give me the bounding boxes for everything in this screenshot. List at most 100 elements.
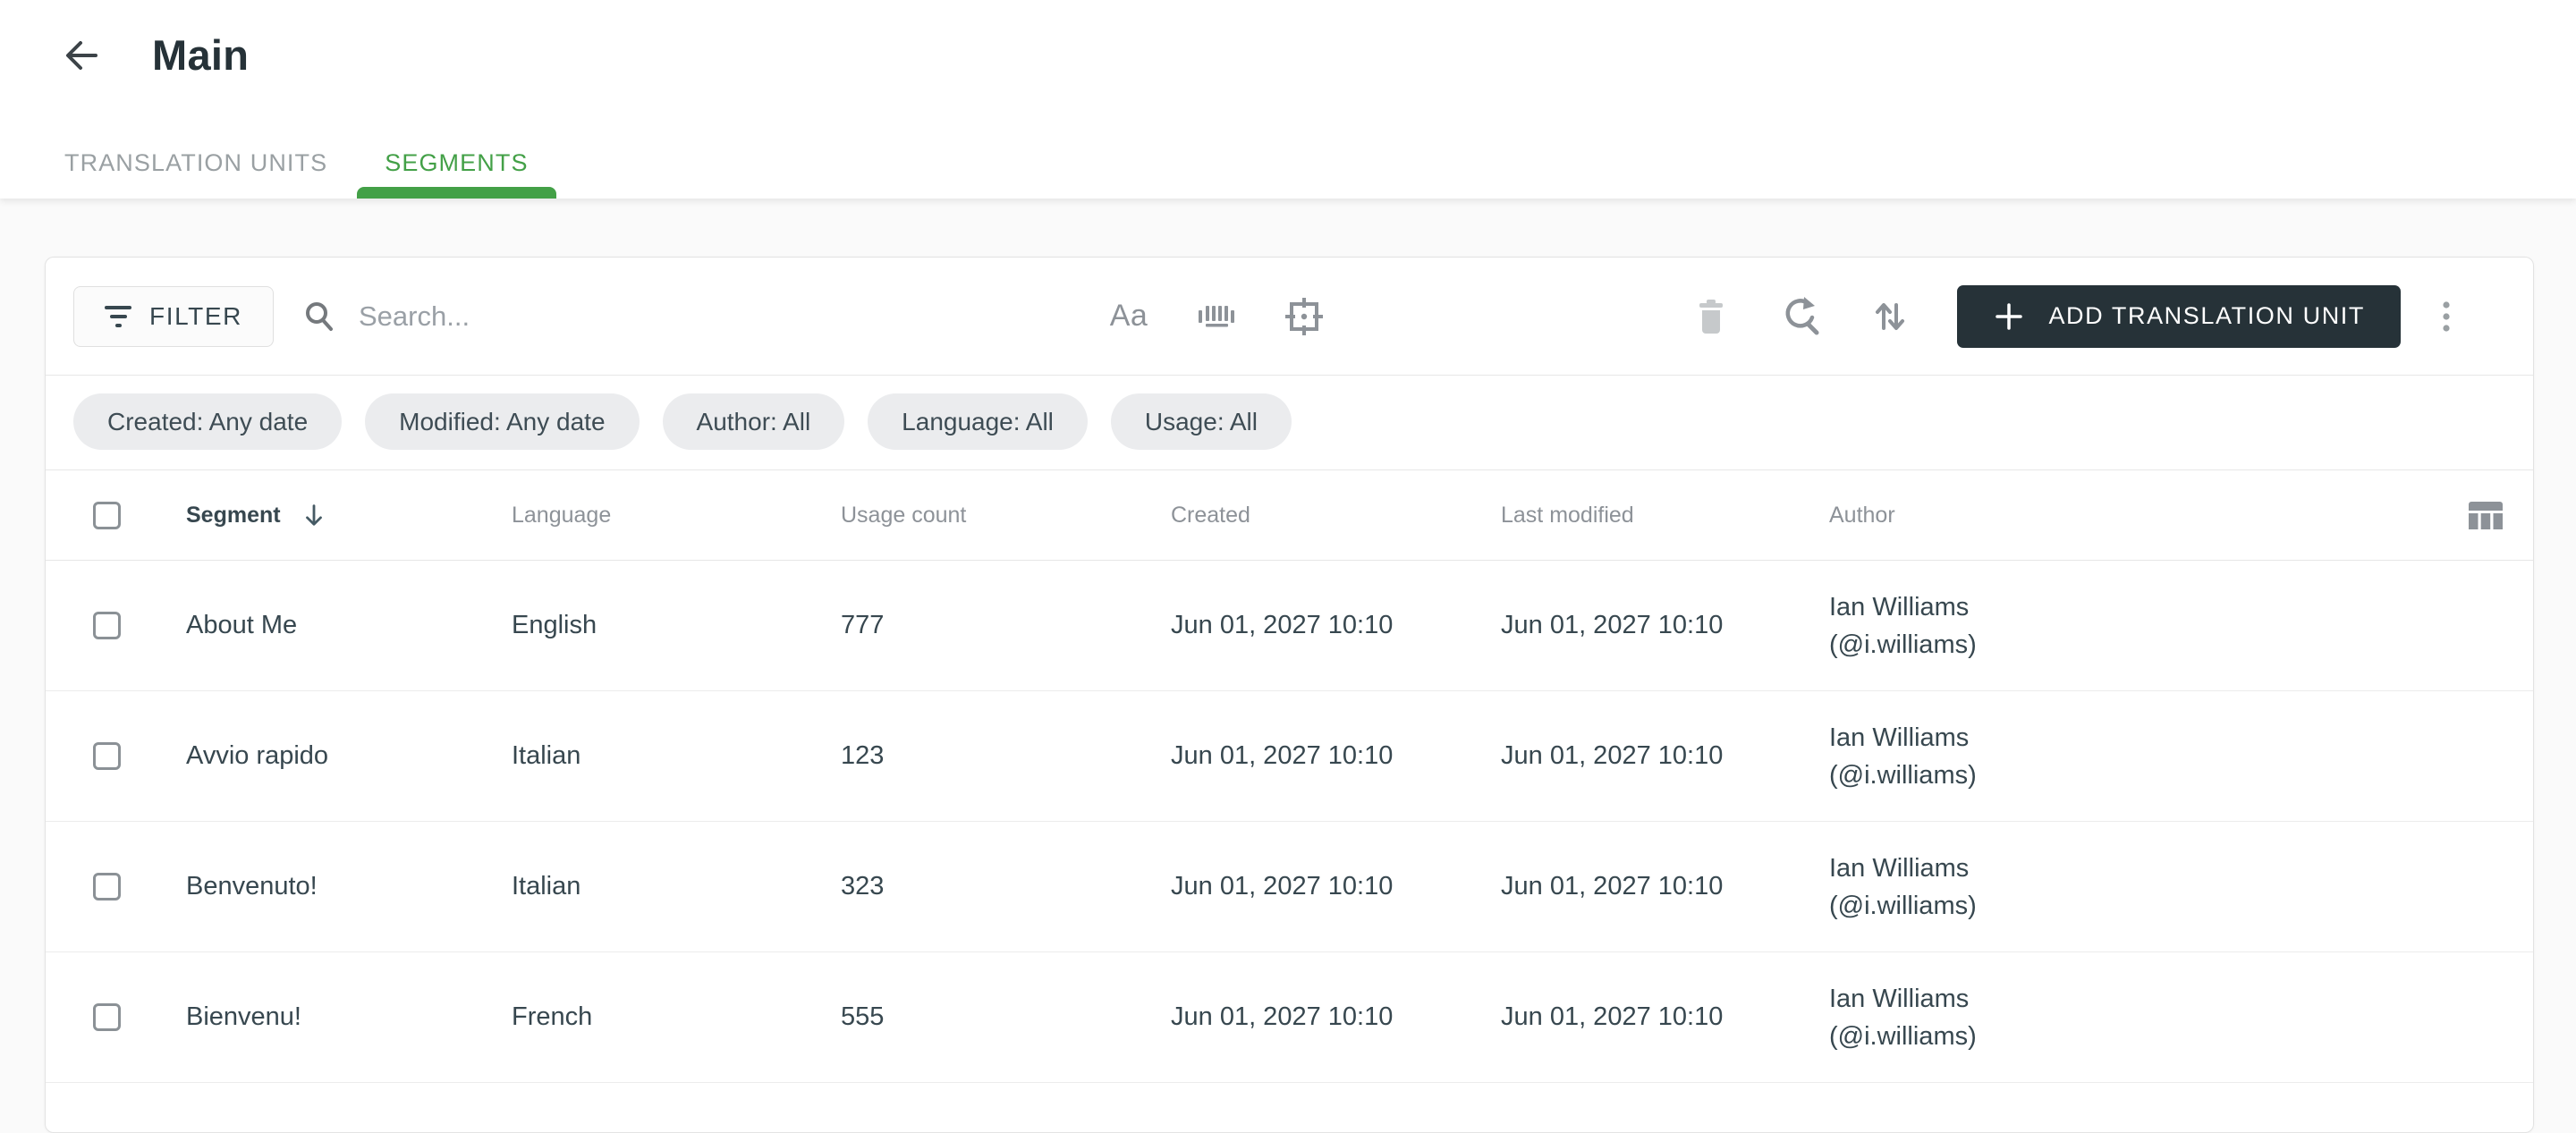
trash-icon: [1699, 299, 1724, 334]
cell-last-modified: Jun 01, 2027 10:10: [1501, 872, 1724, 900]
cell-created: Jun 01, 2027 10:10: [1171, 611, 1394, 639]
add-translation-unit-label: ADD TRANSLATION UNIT: [2048, 302, 2365, 329]
find-replace-icon: [1786, 296, 1819, 334]
author-name: Ian Williams: [1829, 723, 1970, 752]
focus-frame-icon: [1285, 297, 1323, 335]
search-input[interactable]: [359, 300, 842, 333]
search-option-icons: Aa: [1106, 294, 1326, 339]
cell-last-modified: Jun 01, 2027 10:10: [1501, 1002, 1724, 1031]
cell-language: English: [512, 611, 597, 639]
barcode-button[interactable]: [1194, 294, 1239, 339]
find-replace-button[interactable]: [1778, 294, 1823, 339]
column-header-segment[interactable]: Segment: [186, 502, 512, 528]
back-button[interactable]: [57, 33, 102, 78]
cell-created: Jun 01, 2027 10:10: [1171, 1002, 1394, 1031]
match-case-icon: Aa: [1109, 299, 1148, 333]
search-icon: [306, 301, 333, 331]
column-label: Author: [1829, 502, 1895, 528]
barcode-icon: [1199, 305, 1234, 326]
filter-button-label: FILTER: [149, 301, 242, 330]
cell-author: Ian Williams (@i.williams): [1829, 850, 2417, 925]
row-checkbox[interactable]: [93, 742, 121, 770]
kebab-menu-icon: [2443, 300, 2450, 332]
tab-bar: TRANSLATION UNITS SEGMENTS: [64, 149, 556, 199]
cell-usage-count: 555: [841, 1002, 885, 1031]
page-header: Main TRANSLATION UNITS SEGMENTS: [0, 0, 2576, 199]
cell-created: Jun 01, 2027 10:10: [1171, 741, 1394, 770]
column-label: Language: [512, 502, 612, 528]
filter-button[interactable]: FILTER: [73, 285, 274, 347]
filter-icon: [105, 305, 131, 327]
table-row[interactable]: Avvio rapido Italian 123 Jun 01, 2027 10…: [46, 691, 2533, 822]
select-all-checkbox[interactable]: [93, 501, 121, 529]
cell-segment: Benvenuto!: [186, 872, 318, 900]
filter-chips-row: Created: Any date Modified: Any date Aut…: [46, 376, 2533, 470]
cell-segment: Avvio rapido: [186, 741, 329, 770]
chip-label: Usage: All: [1144, 407, 1258, 435]
cell-last-modified: Jun 01, 2027 10:10: [1501, 741, 1724, 770]
column-settings-button[interactable]: [2463, 493, 2508, 537]
focus-frame-button[interactable]: [1282, 294, 1326, 339]
chip-label: Created: Any date: [107, 407, 309, 435]
column-header-usage-count[interactable]: Usage count: [841, 503, 1171, 528]
tab-segments[interactable]: SEGMENTS: [357, 149, 556, 199]
chip-modified[interactable]: Modified: Any date: [365, 393, 640, 450]
delete-button[interactable]: [1689, 294, 1733, 339]
search-box: [301, 299, 874, 334]
table-header-row: Segment Language Usage count Created Las…: [46, 470, 2533, 561]
cell-author: Ian Williams (@i.williams): [1829, 980, 2417, 1055]
sort-desc-arrow-icon: [305, 504, 322, 526]
author-handle: (@i.williams): [1829, 1021, 1977, 1051]
cell-usage-count: 323: [841, 872, 885, 900]
toolbar-actions: ADD TRANSLATION UNIT: [1689, 284, 2513, 348]
table-columns-icon: [2469, 502, 2503, 529]
plus-icon: [1996, 302, 2023, 330]
cell-language: Italian: [512, 741, 581, 770]
tab-label: TRANSLATION UNITS: [64, 149, 328, 176]
chip-label: Language: All: [902, 407, 1054, 435]
chip-language[interactable]: Language: All: [868, 393, 1088, 450]
page-title: Main: [152, 31, 250, 79]
column-header-last-modified[interactable]: Last modified: [1501, 503, 1829, 528]
row-checkbox[interactable]: [93, 1003, 121, 1031]
cell-segment: Bienvenu!: [186, 1002, 301, 1031]
author-handle: (@i.williams): [1829, 630, 1977, 659]
column-label: Created: [1171, 502, 1250, 528]
column-header-language[interactable]: Language: [512, 503, 841, 528]
cell-segment: About Me: [186, 611, 298, 639]
column-label: Last modified: [1501, 502, 1634, 528]
table-row[interactable]: Bienvenu! French 555 Jun 01, 2027 10:10 …: [46, 952, 2533, 1083]
chip-label: Modified: Any date: [399, 407, 606, 435]
chip-usage[interactable]: Usage: All: [1110, 393, 1292, 450]
chip-created[interactable]: Created: Any date: [73, 393, 343, 450]
chip-author[interactable]: Author: All: [662, 393, 845, 450]
author-name: Ian Williams: [1829, 853, 1970, 883]
cell-language: French: [512, 1002, 593, 1031]
column-header-created[interactable]: Created: [1171, 503, 1501, 528]
author-handle: (@i.williams): [1829, 891, 1977, 920]
arrow-left-icon: [66, 40, 97, 70]
column-label: Usage count: [841, 502, 967, 528]
cell-author: Ian Williams (@i.williams): [1829, 719, 2417, 794]
row-checkbox[interactable]: [93, 873, 121, 900]
column-label: Segment: [186, 502, 281, 528]
author-name: Ian Williams: [1829, 984, 1970, 1013]
active-tab-underline: [357, 187, 556, 199]
cell-author: Ian Williams (@i.williams): [1829, 588, 2417, 664]
row-checkbox[interactable]: [93, 612, 121, 639]
author-handle: (@i.williams): [1829, 760, 1977, 790]
segments-card: FILTER Aa: [45, 257, 2534, 1133]
table-row[interactable]: Benvenuto! Italian 323 Jun 01, 2027 10:1…: [46, 822, 2533, 952]
author-name: Ian Williams: [1829, 592, 1970, 621]
add-translation-unit-button[interactable]: ADD TRANSLATION UNIT: [1957, 284, 2401, 348]
column-header-author[interactable]: Author: [1829, 503, 2417, 528]
match-case-button[interactable]: Aa: [1106, 294, 1151, 339]
cell-created: Jun 01, 2027 10:10: [1171, 872, 1394, 900]
chip-label: Author: All: [696, 407, 811, 435]
table-row[interactable]: About Me English 777 Jun 01, 2027 10:10 …: [46, 561, 2533, 691]
more-options-button[interactable]: [2424, 294, 2469, 339]
sort-up-down-icon: [1876, 302, 1905, 330]
sort-button[interactable]: [1868, 294, 1912, 339]
tab-translation-units[interactable]: TRANSLATION UNITS: [64, 149, 327, 199]
cell-last-modified: Jun 01, 2027 10:10: [1501, 611, 1724, 639]
